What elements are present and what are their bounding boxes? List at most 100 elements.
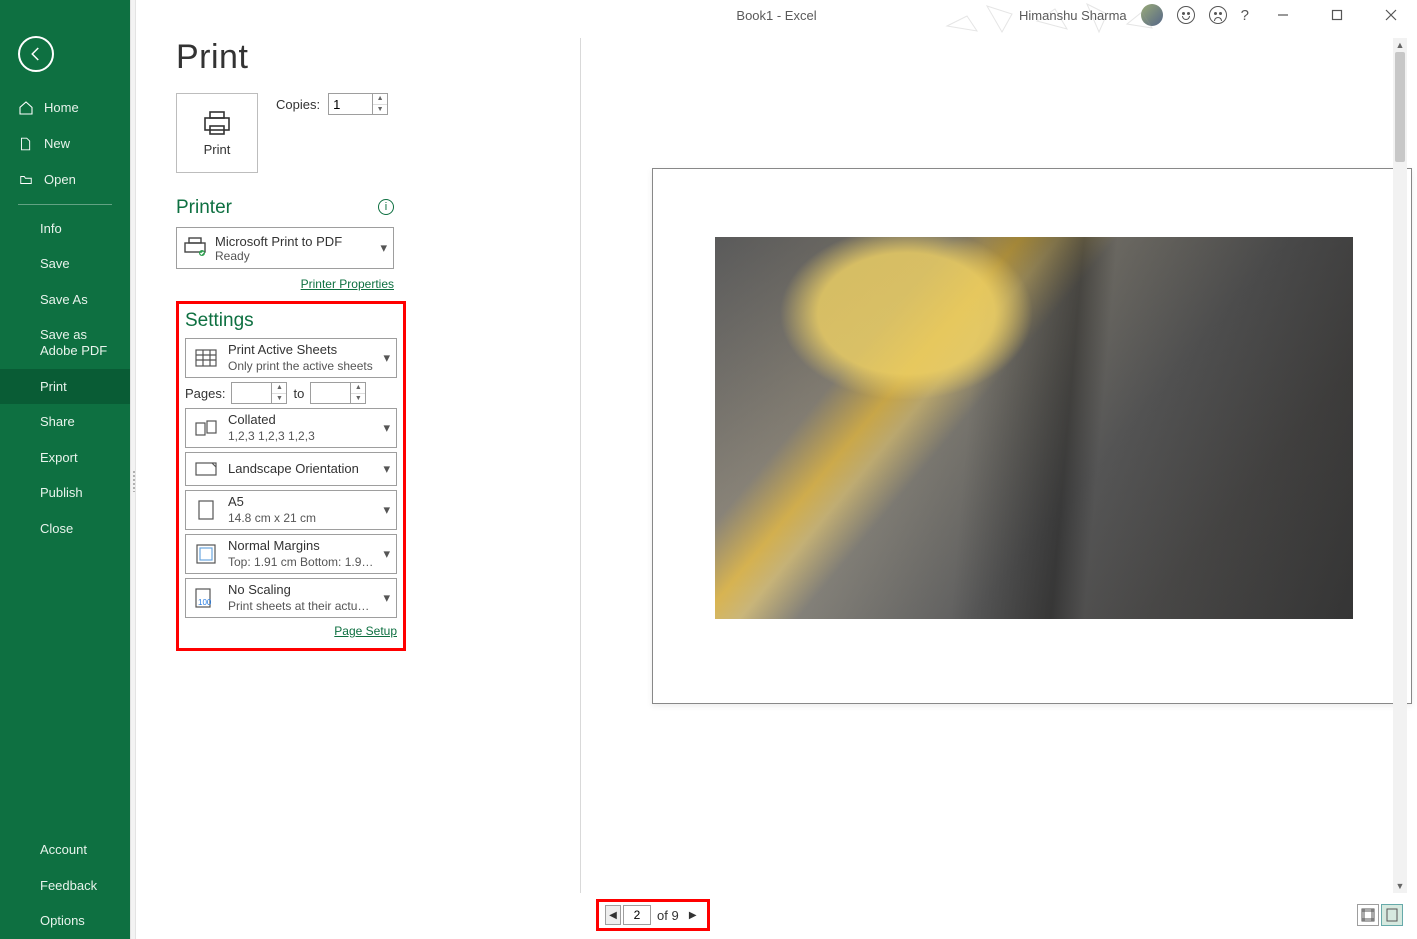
zoom-to-page-button[interactable]: [1381, 904, 1403, 926]
show-margins-button[interactable]: [1357, 904, 1379, 926]
printer-name: Microsoft Print to PDF: [215, 234, 372, 249]
feedback-sad-icon[interactable]: [1209, 6, 1227, 24]
sidebar-item-options[interactable]: Options: [0, 903, 130, 939]
window-title: Book1 - Excel: [736, 8, 816, 23]
pages-to-input[interactable]: [310, 382, 350, 404]
document-icon: [18, 136, 34, 152]
pages-from-up[interactable]: ▲: [272, 383, 286, 394]
option-sub: Top: 1.91 cm Bottom: 1.91 c...: [228, 555, 375, 570]
preview-scrollbar[interactable]: ▲ ▼: [1393, 38, 1407, 893]
chevron-down-icon: ▾: [383, 461, 390, 477]
page-title: Print: [176, 38, 576, 77]
option-title: A5: [228, 494, 244, 509]
scaling-icon: 100: [192, 588, 220, 608]
help-button[interactable]: ?: [1241, 7, 1249, 24]
printer-dropdown[interactable]: Microsoft Print to PDF Ready ▾: [176, 227, 394, 269]
pages-to-label: to: [293, 386, 304, 401]
scaling-dropdown[interactable]: 100 No Scaling Print sheets at their actu…: [185, 578, 397, 618]
chevron-down-icon: ▾: [383, 546, 390, 562]
chevron-down-icon: ▾: [383, 420, 390, 436]
print-button-label: Print: [204, 142, 231, 157]
back-button[interactable]: [18, 36, 54, 72]
sidebar-item-close[interactable]: Close: [0, 511, 130, 547]
margins-dropdown[interactable]: Normal MarginsTop: 1.91 cm Bottom: 1.91 …: [185, 534, 397, 574]
page-icon: [192, 500, 220, 520]
option-title: Collated: [228, 412, 276, 427]
current-page-input[interactable]: [623, 905, 651, 925]
option-sub: Print sheets at their actual size: [228, 599, 375, 614]
sidebar-item-label: Save as Adobe PDF: [40, 327, 112, 358]
sidebar-item-publish[interactable]: Publish: [0, 475, 130, 511]
copies-label: Copies:: [276, 97, 320, 112]
option-sub: Only print the active sheets: [228, 359, 375, 374]
sidebar-item-label: Account: [40, 842, 87, 858]
panel-divider: [580, 38, 581, 893]
sidebar-item-label: Save: [40, 256, 70, 272]
close-window-button[interactable]: [1371, 1, 1411, 29]
printer-properties-link[interactable]: Printer Properties: [301, 277, 394, 291]
sidebar-item-save-adobe-pdf[interactable]: Save as Adobe PDF: [0, 317, 130, 368]
option-sub: 1,2,3 1,2,3 1,2,3: [228, 429, 375, 444]
svg-text:100: 100: [198, 598, 212, 607]
sidebar-item-label: Save As: [40, 292, 88, 308]
copies-up[interactable]: ▲: [373, 94, 387, 105]
scroll-up-icon[interactable]: ▲: [1393, 38, 1407, 52]
page-setup-link[interactable]: Page Setup: [334, 624, 397, 638]
sidebar-item-save[interactable]: Save: [0, 246, 130, 282]
backstage-sidebar: Home New Open Info Save Save As Save as …: [0, 0, 130, 939]
pages-from-down[interactable]: ▼: [272, 394, 286, 404]
minimize-button[interactable]: [1263, 1, 1303, 29]
chevron-down-icon: ▾: [380, 240, 387, 256]
pages-to-down[interactable]: ▼: [351, 394, 365, 404]
page-navigator-highlight: ◀ of 9 ▶: [596, 899, 710, 931]
settings-heading: Settings: [185, 310, 397, 332]
chevron-down-icon: ▾: [383, 502, 390, 518]
paper-size-dropdown[interactable]: A514.8 cm x 21 cm ▾: [185, 490, 397, 530]
printer-info-icon[interactable]: i: [378, 199, 394, 215]
collate-dropdown[interactable]: Collated 1,2,3 1,2,3 1,2,3 ▾: [185, 408, 397, 448]
copies-spinner[interactable]: ▲▼: [328, 93, 388, 115]
chevron-down-icon: ▾: [383, 590, 390, 606]
sidebar-item-open[interactable]: Open: [0, 162, 130, 198]
sidebar-item-new[interactable]: New: [0, 126, 130, 162]
print-button[interactable]: Print: [176, 93, 258, 173]
preview-bottom-bar: ◀ of 9 ▶: [596, 897, 1407, 933]
pages-to-spinner[interactable]: ▲▼: [310, 382, 366, 404]
sidebar-item-export[interactable]: Export: [0, 440, 130, 476]
sidebar-item-print[interactable]: Print: [0, 369, 130, 405]
sidebar-item-account[interactable]: Account: [0, 832, 130, 868]
maximize-button[interactable]: [1317, 1, 1357, 29]
scroll-thumb[interactable]: [1395, 52, 1405, 162]
feedback-happy-icon[interactable]: [1177, 6, 1195, 24]
sidebar-item-saveas[interactable]: Save As: [0, 282, 130, 318]
sidebar-item-share[interactable]: Share: [0, 404, 130, 440]
pages-from-spinner[interactable]: ▲▼: [231, 382, 287, 404]
pages-to-up[interactable]: ▲: [351, 383, 365, 394]
sidebar-separator: [18, 204, 112, 205]
prev-page-button[interactable]: ◀: [605, 905, 621, 925]
sidebar-item-label: Feedback: [40, 878, 97, 894]
sidebar-item-label: Print: [40, 379, 67, 395]
landscape-icon: [192, 461, 220, 477]
copies-down[interactable]: ▼: [373, 105, 387, 115]
titlebar-decoration: [937, 0, 1157, 36]
printer-icon: [183, 237, 207, 260]
print-preview: ▲ ▼: [596, 38, 1407, 893]
print-scope-dropdown[interactable]: Print Active Sheets Only print the active…: [185, 338, 397, 378]
sidebar-item-label: Info: [40, 221, 62, 237]
sidebar-item-label: Close: [40, 521, 73, 537]
sidebar-item-home[interactable]: Home: [0, 90, 130, 126]
option-title: Print Active Sheets: [228, 342, 337, 357]
scroll-down-icon[interactable]: ▼: [1393, 879, 1407, 893]
main-area: Book1 - Excel Himanshu Sharma ? Print Pr…: [136, 0, 1417, 939]
copies-input[interactable]: [328, 93, 372, 115]
sidebar-item-info[interactable]: Info: [0, 211, 130, 247]
pages-from-input[interactable]: [231, 382, 271, 404]
next-page-button[interactable]: ▶: [685, 905, 701, 925]
orientation-dropdown[interactable]: Landscape Orientation ▾: [185, 452, 397, 486]
sidebar-item-feedback[interactable]: Feedback: [0, 868, 130, 904]
margins-icon: [192, 544, 220, 564]
option-title: No Scaling: [228, 582, 291, 597]
page-count-label: of 9: [653, 908, 683, 923]
sidebar-item-label: Options: [40, 913, 85, 929]
